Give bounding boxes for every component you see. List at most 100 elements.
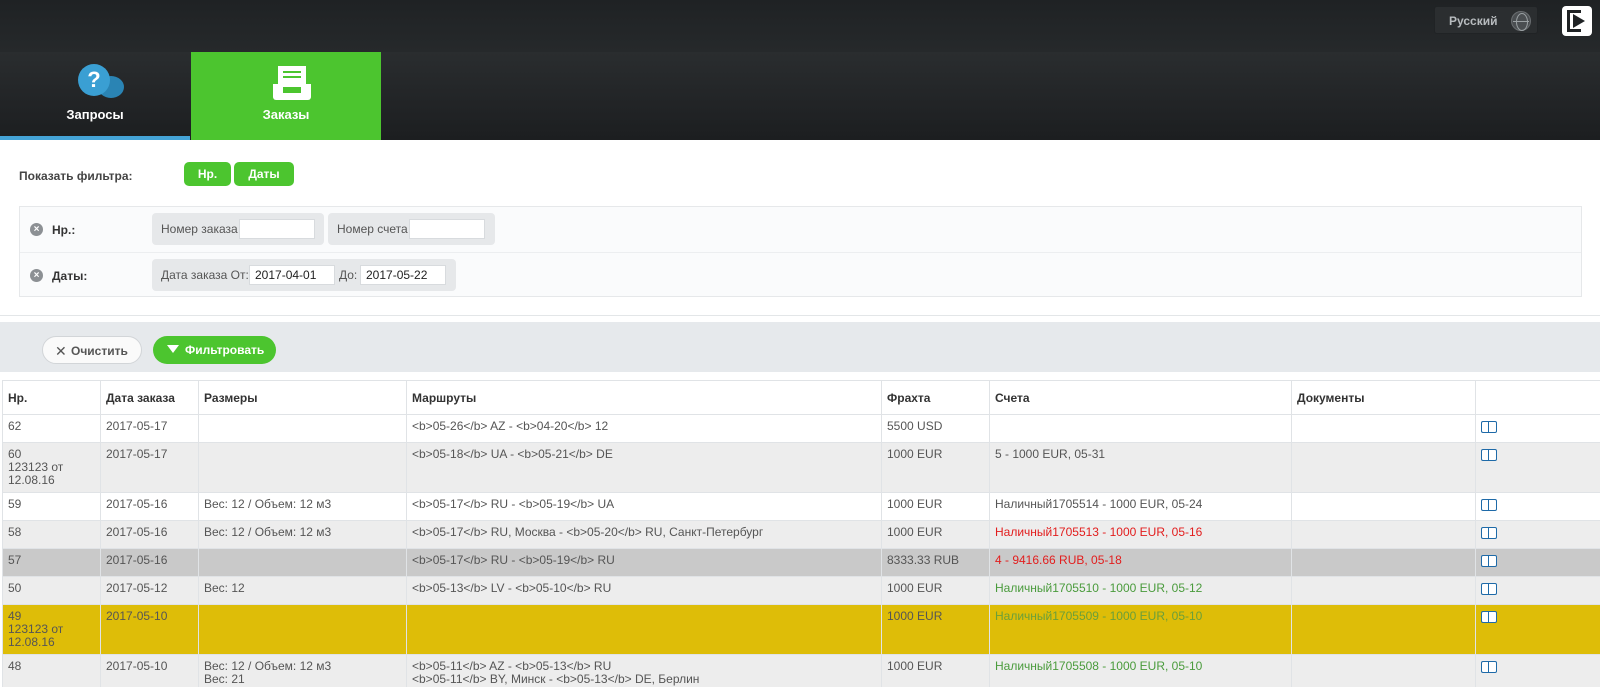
cell-sizes: Вес: 12 / Объем: 12 м3	[198, 492, 407, 521]
cell-date: 2017-05-10	[100, 604, 199, 655]
cell-date: 2017-05-16	[100, 548, 199, 577]
table-row[interactable]: 50 2017-05-12 Вес: 12 <b>05-13</b> LV - …	[2, 576, 1600, 605]
cell-nr: 50	[2, 576, 101, 605]
cell-freight: 1000 EUR	[881, 442, 990, 493]
book-icon[interactable]	[1481, 661, 1497, 674]
col-header-documents[interactable]: Документы	[1291, 380, 1476, 415]
cell-action	[1475, 520, 1600, 549]
col-header-routes[interactable]: Маршруты	[406, 380, 882, 415]
cell-date: 2017-05-16	[100, 520, 199, 549]
filter-label: Даты:	[52, 269, 88, 283]
cell-date: 2017-05-12	[100, 576, 199, 605]
col-header-nr[interactable]: Нр.	[2, 380, 101, 415]
cell-invoice	[989, 414, 1292, 443]
remove-filter-icon[interactable]: ×	[30, 269, 43, 282]
cell-freight: 1000 EUR	[881, 654, 990, 687]
book-icon[interactable]	[1481, 611, 1497, 624]
invoice-number-input[interactable]	[409, 219, 485, 239]
cell-nr: 48	[2, 654, 101, 687]
cell-docs	[1291, 654, 1476, 687]
invoice-number-group: Номер счета	[328, 213, 495, 245]
cell-invoice: 4 - 9416.66 RUB, 05-18	[989, 548, 1292, 577]
cell-nr: 57	[2, 548, 101, 577]
cell-action	[1475, 414, 1600, 443]
cell-freight: 5500 USD	[881, 414, 990, 443]
action-bar: ✕ Очистить Фильтровать	[0, 322, 1600, 372]
clear-button[interactable]: ✕ Очистить	[42, 336, 142, 364]
cell-route	[406, 604, 882, 655]
cell-route: <b>05-18</b> UA - <b>05-21</b> DE	[406, 442, 882, 493]
table-row[interactable]: 60 123123 от 12.08.16 2017-05-17 <b>05-1…	[2, 442, 1600, 493]
cell-action	[1475, 492, 1600, 521]
main-nav: ? Запросы Заказы	[0, 52, 1600, 140]
filter-panel: Показать фильтра: Нр. Даты × Нр.: Номер …	[0, 146, 1600, 316]
book-icon[interactable]	[1481, 449, 1497, 462]
cell-nr: 59	[2, 492, 101, 521]
table-row[interactable]: 62 2017-05-17 <b>05-26</b> AZ - <b>04-20…	[2, 414, 1600, 443]
cell-docs	[1291, 414, 1476, 443]
cell-date: 2017-05-10	[100, 654, 199, 687]
table-row[interactable]: 57 2017-05-16 <b>05-17</b> RU - <b>05-19…	[2, 548, 1600, 577]
cell-sizes: Вес: 12 / Объем: 12 м3	[198, 520, 407, 549]
cell-docs	[1291, 442, 1476, 493]
table-row[interactable]: 48 2017-05-10 Вес: 12 / Объем: 12 м3 Вес…	[2, 654, 1600, 687]
cell-route: <b>05-26</b> AZ - <b>04-20</b> 12	[406, 414, 882, 443]
book-icon[interactable]	[1481, 555, 1497, 568]
cell-action	[1475, 604, 1600, 655]
table-row[interactable]: 59 2017-05-16 Вес: 12 / Объем: 12 м3 <b>…	[2, 492, 1600, 521]
top-bar: Русский	[0, 0, 1600, 52]
cell-sizes	[198, 414, 407, 443]
tab-label: Заказы	[262, 107, 310, 122]
book-icon[interactable]	[1481, 527, 1497, 540]
cell-route: <b>05-17</b> RU - <b>05-19</b> UA	[406, 492, 882, 521]
col-header-invoices[interactable]: Счета	[989, 380, 1292, 415]
cell-docs	[1291, 548, 1476, 577]
cell-sizes: Вес: 12	[198, 576, 407, 605]
filter-label: Нр.:	[52, 223, 76, 237]
cell-action	[1475, 548, 1600, 577]
logout-button[interactable]	[1562, 6, 1592, 36]
cell-freight: 1000 EUR	[881, 576, 990, 605]
cell-invoice: 5 - 1000 EUR, 05-31	[989, 442, 1292, 493]
cell-nr: 62	[2, 414, 101, 443]
date-from-input[interactable]	[249, 265, 335, 285]
cell-nr: 49 123123 от 12.08.16	[2, 604, 101, 655]
cell-invoice: Наличный1705513 - 1000 EUR, 05-16	[989, 520, 1292, 549]
remove-filter-icon[interactable]: ×	[30, 223, 43, 236]
cell-freight: 1000 EUR	[881, 604, 990, 655]
filter-button[interactable]: Фильтровать	[153, 336, 276, 364]
orders-table: Нр. Дата заказа Размеры Маршруты Фрахта …	[2, 380, 1600, 687]
order-number-input[interactable]	[239, 219, 315, 239]
book-icon[interactable]	[1481, 499, 1497, 512]
funnel-icon	[167, 345, 179, 353]
cell-nr: 60 123123 от 12.08.16	[2, 442, 101, 493]
date-from-label: Дата заказа От:	[161, 268, 249, 282]
tab-requests[interactable]: ? Запросы	[0, 52, 190, 140]
cell-docs	[1291, 520, 1476, 549]
language-selector[interactable]: Русский	[1434, 6, 1538, 34]
book-icon[interactable]	[1481, 421, 1497, 434]
cell-invoice: Наличный1705514 - 1000 EUR, 05-24	[989, 492, 1292, 521]
language-label: Русский	[1449, 14, 1498, 28]
cell-date: 2017-05-17	[100, 414, 199, 443]
globe-icon	[1511, 11, 1531, 31]
date-to-input[interactable]	[360, 265, 446, 285]
orders-table-wrap: Нр. Дата заказа Размеры Маршруты Фрахта …	[2, 380, 1600, 687]
table-row[interactable]: 58 2017-05-16 Вес: 12 / Объем: 12 м3 <b>…	[2, 520, 1600, 549]
cell-sizes	[198, 442, 407, 493]
order-number-group: Номер заказа	[152, 213, 324, 245]
filter-toggle-nr[interactable]: Нр.	[184, 162, 231, 186]
inbox-icon	[273, 66, 311, 100]
col-header-date[interactable]: Дата заказа	[100, 380, 199, 415]
tab-label: Запросы	[66, 107, 124, 122]
tab-orders[interactable]: Заказы	[191, 52, 381, 140]
book-icon[interactable]	[1481, 583, 1497, 596]
table-row[interactable]: 49 123123 от 12.08.16 2017-05-10 1000 EU…	[2, 604, 1600, 655]
cell-route: <b>05-13</b> LV - <b>05-10</b> RU	[406, 576, 882, 605]
invoice-number-label: Номер счета	[337, 222, 408, 236]
col-header-freight[interactable]: Фрахта	[881, 380, 990, 415]
cell-route: <b>05-17</b> RU - <b>05-19</b> RU	[406, 548, 882, 577]
filter-toggle-dates[interactable]: Даты	[234, 162, 294, 186]
cell-sizes	[198, 604, 407, 655]
col-header-sizes[interactable]: Размеры	[198, 380, 407, 415]
